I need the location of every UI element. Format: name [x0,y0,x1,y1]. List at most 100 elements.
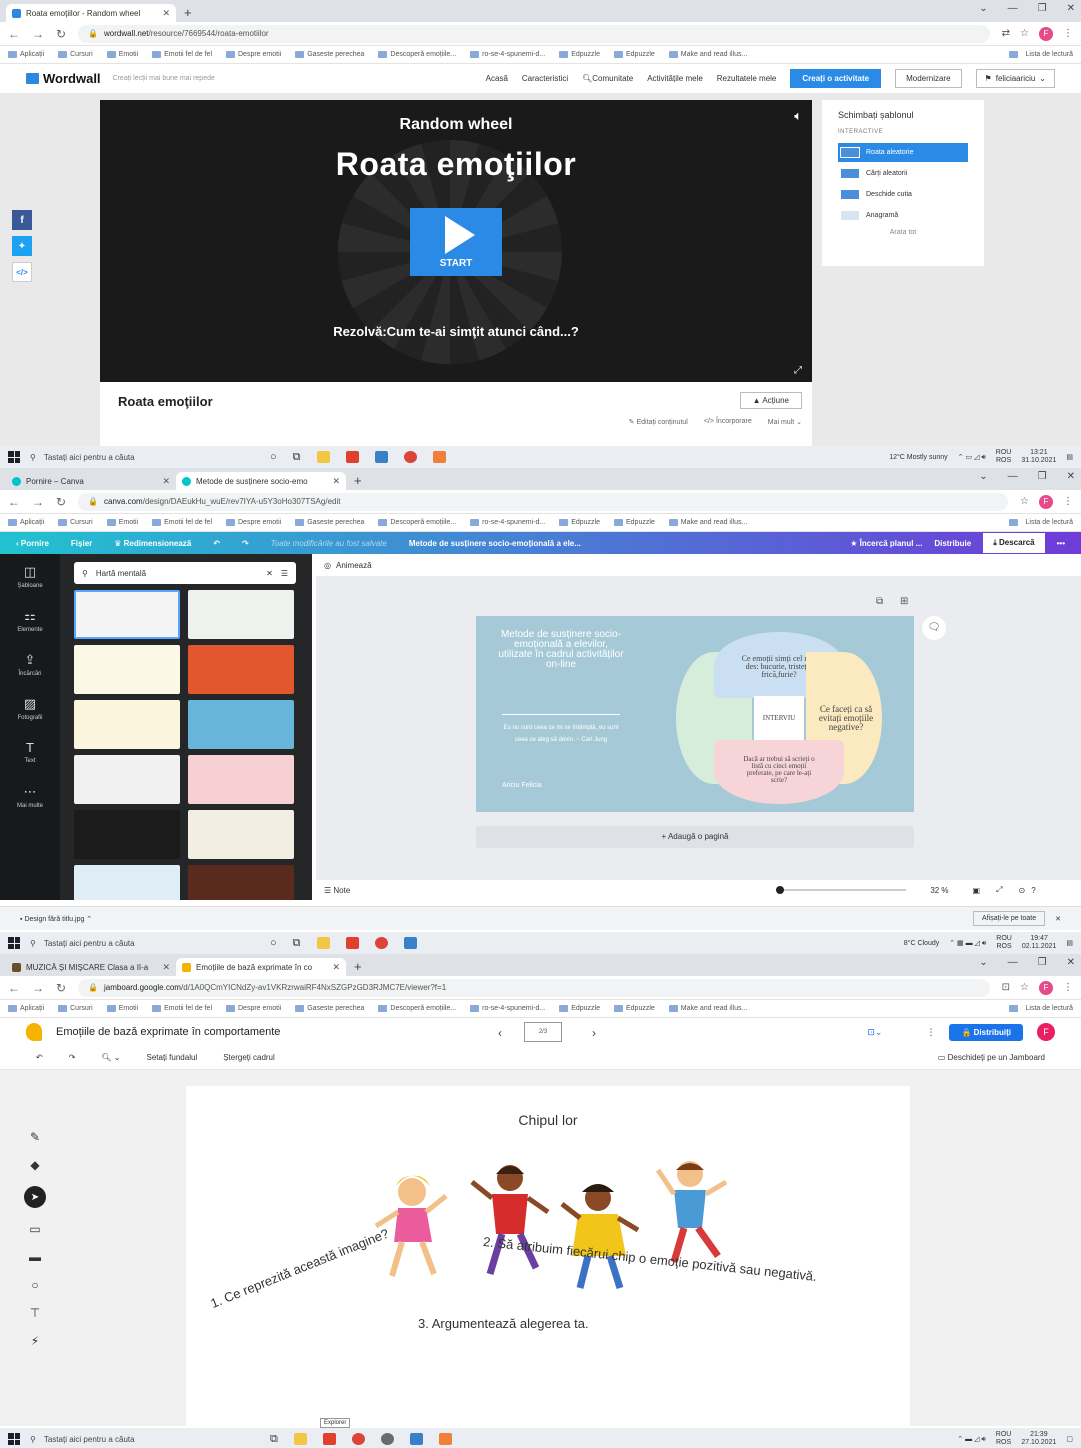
reading-list[interactable]: Lista de lectură [1008,51,1073,58]
edit-content-link[interactable]: ✎ Editați conținutul [629,418,688,426]
cortana-icon[interactable]: ○ [270,451,277,463]
template-thumb[interactable] [74,810,180,859]
template-thumb[interactable] [188,645,294,694]
show-all-templates-link[interactable]: Arata tot [838,229,968,236]
url-field[interactable]: 🔒 jamboard.google.com/d/1A0QCmYICNdZy-av… [78,978,990,997]
more-link[interactable]: Mai mult ⌄ [768,418,802,426]
browser-tab-wordwall[interactable]: Roata emoțiilor - Random wheel ✕ [6,4,176,22]
reading-list[interactable]: Lista de lectură [1008,519,1073,526]
language-indicator[interactable]: ROU ROS [996,935,1012,951]
notifications-icon[interactable]: ▤ [1066,453,1073,461]
tray-icons[interactable]: ⌃ ▦ ▬ ◿ 🔊︎ [949,939,986,948]
bookmark-descopera[interactable]: Descoperă emoțiile... [378,519,456,526]
zoom-slider[interactable] [776,886,907,894]
open-in-jamboard-button[interactable]: ▭ Deschideți pe un Jamboard [938,1053,1045,1062]
jam-frame[interactable]: Chipul lor 1. Ce reprezită această imagi… [186,1086,910,1426]
fullscreen-icon[interactable]: ⤢ [794,365,802,376]
bookmark-make-read[interactable]: Make and read illus... [668,51,747,58]
fullscreen-icon[interactable]: ⤢ [996,885,1002,895]
template-thumb[interactable] [74,755,180,804]
embed-share-icon[interactable]: </> [12,262,32,282]
store-icon[interactable] [409,1433,423,1445]
help-icon[interactable]: ? [1031,886,1035,895]
clock[interactable]: 13:21 31.10.2021 [1021,449,1056,465]
close-window-icon[interactable]: ✕ [1067,471,1075,482]
more-options-icon[interactable]: ⋮ [926,1027,935,1038]
forward-icon[interactable]: → [32,981,44,995]
select-icon[interactable]: ➤ [24,1186,46,1208]
weather-widget[interactable]: 12°C Mostly sunny [889,454,947,461]
task-view-icon[interactable]: ⧉ [270,1433,278,1446]
sticky-note-icon[interactable]: ▭ [29,1222,40,1236]
browser-tab-jamboard[interactable]: Emoțiile de bază exprimate în co ✕ [176,958,346,976]
template-thumb[interactable] [74,700,180,749]
close-tab-icon[interactable]: ✕ [332,962,340,973]
office-icon[interactable] [322,1433,336,1445]
language-indicator[interactable]: ROU ROS [996,449,1012,465]
upgrade-button[interactable]: Modernizare [895,69,962,88]
bookmark-ro-se[interactable]: ro-se-4-spunemi-d... [470,519,545,526]
mind-map-diagram[interactable]: Ce emoții simți cel mai des: bucurie, tr… [676,632,882,804]
jamboard-logo-icon[interactable] [26,1023,42,1041]
dancing-children-image[interactable] [372,1152,732,1292]
bookmark-ro-se[interactable]: ro-se-4-spunemi-d... [470,1005,545,1012]
slide-author[interactable]: Ariciu Felicia [502,782,542,789]
text-box-icon[interactable]: ⊤ [30,1306,40,1320]
bookmark-emotii-fel[interactable]: Emotii fel de fel [152,519,212,526]
minimize-icon[interactable]: — [1008,957,1018,968]
task-view-icon[interactable]: ⧉ [293,937,301,950]
action-button[interactable]: ▲ Acțiune [739,392,802,409]
duplicate-page-icon[interactable]: ⧉ [876,596,883,607]
forward-icon[interactable]: → [32,495,44,509]
template-open-box[interactable]: Deschide cutia [838,185,968,204]
bookmark-make-read[interactable]: Make and read illus... [668,519,747,526]
user-avatar[interactable]: F [1037,1023,1055,1041]
taskbar-search[interactable]: ⚲ Tastați aici pentru a căuta [30,939,260,948]
facebook-share-icon[interactable]: f [12,210,32,230]
zoom-level[interactable]: 32 % [930,886,948,895]
clock[interactable]: 21:39 27.10.2021 [1021,1431,1056,1447]
share-button[interactable]: 🔒 Distribuiți [949,1023,1023,1041]
close-window-icon[interactable]: ✕ [1067,3,1075,14]
comment-icon[interactable]: 🗨︎ [922,616,946,640]
store-icon[interactable] [374,451,388,463]
frame-indicator[interactable]: 2/3 [524,1022,562,1042]
bookmark-cursuri[interactable]: Cursuri [58,51,93,58]
download-button[interactable]: ⤓ Descarcă [983,533,1045,553]
browser-tab-canva-design[interactable]: Metode de susținere socio-emo ✕ [176,472,346,490]
bookmark-cursuri[interactable]: Cursuri [58,1005,93,1012]
nav-community[interactable]: 🔍︎Comunitate [582,74,633,83]
camera-icon[interactable]: ⊡ [1002,982,1010,993]
star-icon[interactable]: ☆ [1020,496,1029,507]
bookmark-ro-se[interactable]: ro-se-4-spunemi-d... [470,51,545,58]
template-thumb[interactable] [74,645,180,694]
language-indicator[interactable]: ROU ROS [996,1431,1012,1447]
bookmark-despre-emotii[interactable]: Despre emotii [226,1005,281,1012]
office-icon[interactable] [345,451,359,463]
template-thumb[interactable] [188,700,294,749]
rail-uploads[interactable]: ⇪ Încărcări [0,642,60,686]
bookmark-edpuzzle-2[interactable]: Edpuzzle [613,519,655,526]
file-menu[interactable]: Fișier [71,539,92,548]
close-tab-icon[interactable]: ✕ [162,962,170,973]
browser-tab-canva-home[interactable]: Pornire – Canva ✕ [6,472,176,490]
chrome-icon[interactable] [374,937,388,949]
rail-templates[interactable]: ◫ Șabloane [0,554,60,598]
bookmark-apps[interactable]: Aplicații [8,519,44,526]
set-background-button[interactable]: Setați fundalul [147,1053,198,1062]
bookmark-emotii[interactable]: Emotii [106,1005,138,1012]
tray-icons[interactable]: ⌃ ▬ ◿ 🔊︎ [957,1435,986,1444]
share-button[interactable]: Distribuie [934,539,971,548]
undo-icon[interactable]: ↶ [213,539,220,548]
animate-button[interactable]: ◎ Animează [316,554,1081,576]
filter-icon[interactable]: ☰ [281,569,288,578]
download-item[interactable]: ▪ Design fără titlu.jpg ⌃ [20,915,92,923]
new-tab-icon[interactable]: + [354,958,362,976]
template-thumb[interactable] [188,755,294,804]
resize-button[interactable]: ♛ Redimensionează [114,539,191,548]
add-page-button[interactable]: + Adaugă o pagină [476,826,914,848]
wordwall-logo[interactable]: Wordwall [26,71,101,86]
laser-icon[interactable]: ⚡︎ [31,1334,39,1348]
office-icon[interactable] [345,937,359,949]
template-thumb[interactable] [188,865,294,900]
